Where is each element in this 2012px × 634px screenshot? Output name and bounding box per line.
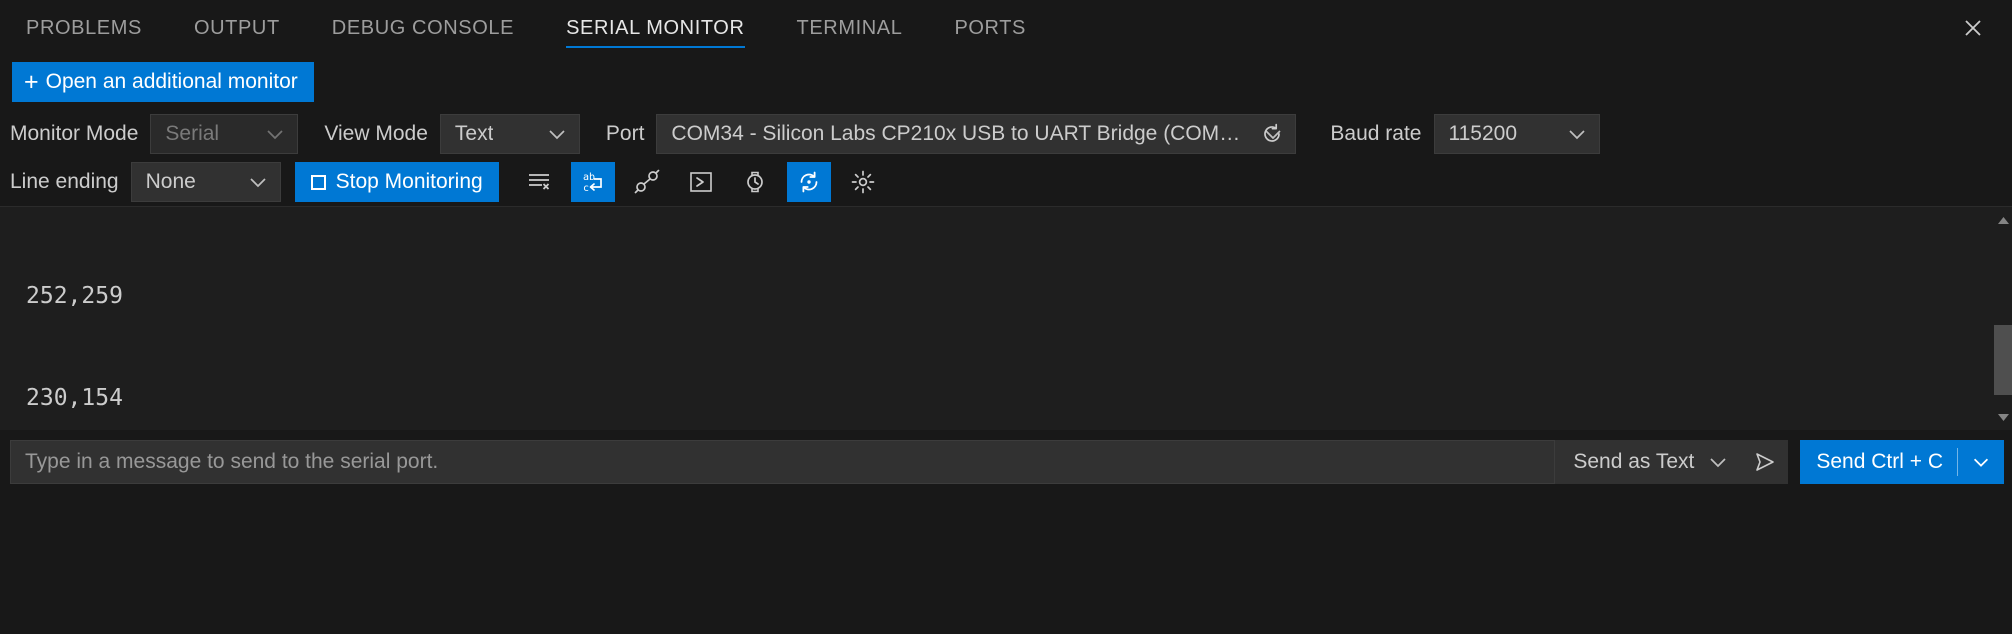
refresh-ports-button[interactable] — [1250, 114, 1294, 154]
tab-ports[interactable]: PORTS — [954, 0, 1026, 56]
baud-rate-label: Baud rate — [1330, 122, 1422, 145]
tab-output[interactable]: OUTPUT — [194, 0, 280, 56]
monitor-actions-row: Line ending None Stop Monitoring ab c — [0, 158, 2012, 206]
output-line: 252,259 — [26, 283, 123, 309]
monitor-settings-button[interactable] — [841, 162, 885, 202]
monitor-mode-label: Monitor Mode — [10, 122, 139, 145]
send-ctrl-c-label: Send Ctrl + C — [1816, 450, 1943, 473]
line-ending-label: Line ending — [10, 170, 119, 193]
scroll-down-button[interactable] — [1994, 408, 2012, 426]
auto-scroll-button[interactable] — [786, 162, 831, 202]
chevron-down-icon — [1710, 458, 1726, 468]
send-ctrl-c-dropdown[interactable] — [1958, 451, 2004, 473]
port-select[interactable]: COM34 - Silicon Labs CP210x USB to UART … — [656, 114, 1297, 154]
tab-label: PROBLEMS — [26, 16, 142, 39]
open-additional-monitor-label: Open an additional monitor — [45, 70, 298, 93]
port-connection-button[interactable] — [625, 162, 669, 202]
serial-output-text: 252,259 230,154 230,154 232,154 436,172 … — [0, 207, 2012, 430]
send-as-label: Send as Text — [1573, 450, 1695, 473]
output-scrollbar[interactable] — [1994, 207, 2012, 430]
view-mode-value: Text — [454, 122, 494, 145]
close-panel-button[interactable] — [1956, 11, 1990, 45]
tab-label: PORTS — [954, 16, 1026, 39]
tab-label: OUTPUT — [193, 16, 280, 39]
toggle-word-wrap-icon: ab c — [583, 172, 602, 194]
timestamp-icon — [746, 171, 763, 193]
port-label: Port — [605, 122, 645, 145]
baud-rate-value: 115200 — [1448, 122, 1518, 145]
toggle-word-wrap-button[interactable]: ab c — [570, 162, 615, 202]
tab-label: DEBUG CONSOLE — [331, 16, 515, 39]
line-ending-select[interactable]: None — [130, 162, 281, 202]
send-message-input[interactable] — [10, 440, 1556, 484]
open-additional-monitor-button[interactable]: + Open an additional monitor — [12, 62, 314, 102]
tab-terminal[interactable]: TERMINAL — [797, 0, 903, 56]
stop-monitoring-button[interactable]: Stop Monitoring — [294, 162, 499, 202]
tab-label: TERMINAL — [796, 16, 903, 39]
send-message-bar: Send as Text Send Ctrl + C — [0, 430, 2012, 494]
port-connection-icon — [634, 169, 660, 194]
scroll-up-arrow-icon — [1997, 216, 2009, 224]
chevron-down-icon — [1568, 130, 1585, 140]
stop-monitoring-label: Stop Monitoring — [335, 170, 483, 193]
tab-serial-monitor[interactable]: SERIAL MONITOR — [566, 0, 745, 56]
auto-scroll-icon — [800, 171, 818, 193]
settings-gear-icon — [851, 170, 875, 194]
port-control-group: COM34 - Silicon Labs CP210x USB to UART … — [656, 114, 1312, 154]
stop-square-icon — [310, 174, 326, 190]
tab-label: SERIAL MONITOR — [566, 16, 745, 39]
view-mode-select[interactable]: Text — [439, 114, 580, 154]
clear-output-button[interactable] — [517, 162, 561, 202]
scroll-down-arrow-icon — [1997, 413, 2009, 421]
open-in-terminal-button[interactable] — [679, 162, 723, 202]
tab-problems[interactable]: PROBLEMS — [26, 0, 142, 56]
output-line: 230,154 — [26, 385, 123, 411]
send-arrow-icon — [1756, 453, 1775, 471]
chevron-down-icon — [549, 130, 565, 140]
baud-rate-select[interactable]: 115200 — [1433, 114, 1600, 154]
scroll-up-button[interactable] — [1994, 211, 2012, 229]
chevron-down-icon — [1973, 458, 1989, 467]
svg-text:c: c — [583, 183, 589, 194]
view-mode-label: View Mode — [324, 122, 428, 145]
chevron-down-icon — [267, 130, 283, 140]
clear-output-icon — [528, 174, 549, 190]
tab-debug-console[interactable]: DEBUG CONSOLE — [332, 0, 514, 56]
refresh-icon — [1264, 123, 1281, 142]
open-monitor-row: + Open an additional monitor — [0, 56, 2012, 110]
monitor-mode-select[interactable]: Serial — [150, 114, 299, 154]
plus-icon: + — [24, 67, 39, 96]
line-ending-value: None — [145, 170, 196, 193]
timestamp-button[interactable] — [733, 162, 777, 202]
monitor-mode-value: Serial — [165, 122, 220, 145]
open-in-terminal-icon — [689, 172, 712, 192]
chevron-down-icon — [250, 178, 266, 188]
scrollbar-thumb[interactable] — [1994, 325, 2012, 395]
svg-text:ab: ab — [583, 172, 595, 183]
port-value: COM34 - Silicon Labs CP210x USB to UART … — [671, 122, 1248, 145]
send-ctrl-c-button[interactable]: Send Ctrl + C — [1800, 440, 2004, 484]
send-as-select[interactable]: Send as Text — [1555, 440, 1743, 484]
serial-output-area[interactable]: 252,259 230,154 230,154 232,154 436,172 … — [0, 206, 2012, 430]
close-icon — [1965, 20, 1981, 36]
monitor-config-row: Monitor Mode Serial View Mode Text Port … — [0, 110, 2012, 158]
panel-tab-bar: PROBLEMS OUTPUT DEBUG CONSOLE SERIAL MON… — [0, 0, 2012, 56]
send-message-button[interactable] — [1742, 440, 1789, 484]
